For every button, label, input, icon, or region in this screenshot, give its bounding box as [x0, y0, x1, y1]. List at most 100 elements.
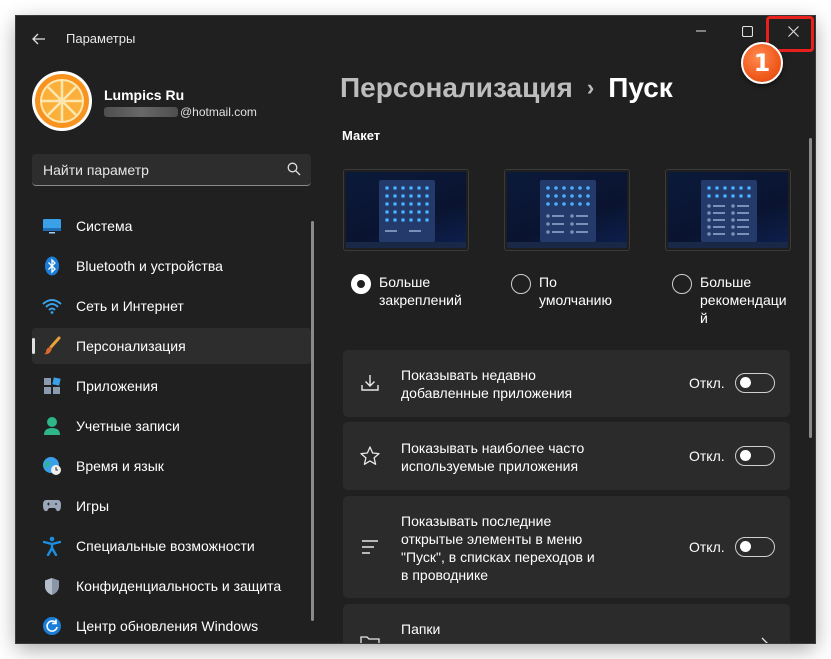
- radio-button-checked[interactable]: [351, 274, 371, 294]
- setting-recent-items[interactable]: Показывать последние открытые элементы в…: [343, 496, 790, 598]
- radio-label-line: умолчанию: [539, 292, 612, 308]
- toggle-knob: [740, 377, 751, 388]
- sidebar-item-accessibility[interactable]: Специальные возможности: [32, 528, 311, 564]
- preview-screen: [668, 172, 788, 248]
- sidebar-item-apps[interactable]: Приложения: [32, 368, 311, 404]
- preview-taskbar: [346, 242, 466, 248]
- sidebar-item-time-language[interactable]: Время и язык: [32, 448, 311, 484]
- sidebar-item-privacy[interactable]: Конфиденциальность и защита: [32, 568, 311, 604]
- setting-folders[interactable]: Папки: [343, 604, 790, 643]
- radio-default[interactable]: По умолчанию: [511, 273, 612, 309]
- pins-grid-icon: [385, 186, 429, 232]
- email-suffix: @hotmail.com: [180, 105, 257, 119]
- sidebar-item-label: Приложения: [76, 378, 158, 394]
- search-placeholder: Найти параметр: [43, 161, 149, 178]
- step-number-badge: 1: [741, 42, 783, 84]
- sidebar-item-label: Персонализация: [76, 338, 186, 354]
- chevron-right-icon: [761, 637, 768, 643]
- sidebar-item-windows-update[interactable]: Центр обновления Windows: [32, 608, 311, 643]
- radio-label-line: закреплений: [379, 292, 462, 308]
- pins-grid-icon: [546, 186, 590, 234]
- radio-label-line: рекомендаци: [700, 292, 787, 308]
- settings-window: Параметры 1 Lumpics Ru @hotmail.com Найт…: [16, 16, 815, 643]
- title-bar: Параметры 1: [16, 16, 815, 84]
- setting-text: Показывать последние открытые элементы в…: [401, 512, 595, 584]
- search-input[interactable]: Найти параметр: [32, 154, 311, 186]
- sidebar-item-system[interactable]: Система: [32, 208, 311, 244]
- account-icon: [42, 416, 62, 436]
- layout-preview-more-recommendations[interactable]: [665, 169, 791, 251]
- layout-preview-more-pins[interactable]: [343, 169, 469, 251]
- layout-preview-default[interactable]: [504, 169, 630, 251]
- page-title: Пуск: [608, 72, 673, 103]
- toggle-state-label: Откл.: [689, 448, 725, 464]
- sidebar-item-label: Учетные записи: [76, 418, 180, 434]
- start-menu-preview: [701, 180, 757, 242]
- back-arrow-icon: [32, 33, 45, 45]
- apps-icon: [42, 376, 62, 396]
- toggle-switch[interactable]: [735, 446, 775, 466]
- setting-text: Показывать недавно добавленные приложени…: [401, 366, 572, 402]
- preview-taskbar: [507, 242, 627, 248]
- setting-text-line: Показывать последние: [401, 513, 552, 529]
- avatar[interactable]: [32, 71, 92, 131]
- toggle-knob: [740, 541, 751, 552]
- user-name: Lumpics Ru: [104, 87, 185, 103]
- minimize-button[interactable]: [678, 16, 724, 46]
- radio-more-recommendations[interactable]: Больше рекомендаци й: [672, 273, 787, 327]
- setting-text-line: добавленные приложения: [401, 385, 573, 401]
- radio-button[interactable]: [672, 274, 692, 294]
- toggle-switch[interactable]: [735, 537, 775, 557]
- sidebar-item-personalization[interactable]: Персонализация: [32, 328, 311, 364]
- start-menu-preview: [540, 180, 596, 242]
- sidebar-item-bluetooth[interactable]: Bluetooth и устройства: [32, 248, 311, 284]
- radio-label-line: По: [539, 274, 557, 290]
- wifi-icon: [42, 296, 62, 316]
- setting-text-line: в проводнике: [401, 567, 489, 583]
- radio-label-line: Больше: [700, 274, 752, 290]
- maximize-icon: [741, 25, 753, 37]
- radio-more-pins[interactable]: Больше закреплений: [351, 273, 462, 309]
- breadcrumb-separator: ›: [586, 75, 595, 100]
- sidebar-item-network[interactable]: Сеть и Интернет: [32, 288, 311, 324]
- gamepad-icon: [42, 496, 62, 516]
- radio-label: По умолчанию: [539, 273, 612, 309]
- setting-text-line: Папки: [401, 621, 441, 637]
- sidebar-nav: Система Bluetooth и устройства Сеть и Ин…: [32, 208, 311, 643]
- sidebar-item-label: Сеть и Интернет: [76, 298, 184, 314]
- sidebar-item-label: Система: [76, 218, 133, 234]
- radio-label: Больше закреплений: [379, 273, 462, 309]
- app-title: Параметры: [66, 31, 136, 46]
- accessibility-icon: [42, 536, 62, 556]
- setting-text: Папки: [401, 620, 440, 638]
- setting-text-line: "Пуск", в списках переходов и: [401, 549, 595, 565]
- toggle-knob: [740, 450, 751, 461]
- list-icon: [359, 536, 381, 558]
- sidebar-item-label: Время и язык: [76, 458, 164, 474]
- sidebar-item-accounts[interactable]: Учетные записи: [32, 408, 311, 444]
- toggle-switch[interactable]: [735, 373, 775, 393]
- sidebar-scrollbar[interactable]: [311, 221, 314, 621]
- shield-icon: [42, 576, 62, 596]
- sidebar-item-label: Игры: [76, 498, 110, 514]
- sidebar-item-label: Центр обновления Windows: [76, 618, 259, 634]
- main-scrollbar[interactable]: [809, 138, 812, 438]
- radio-button[interactable]: [511, 274, 531, 294]
- search-icon: [287, 162, 301, 176]
- star-icon: [359, 445, 381, 467]
- setting-most-used[interactable]: Показывать наиболее часто используемые п…: [343, 422, 790, 490]
- layout-section-title: Макет: [342, 128, 381, 143]
- sidebar-item-label: Конфиденциальность и защита: [76, 578, 282, 594]
- back-button[interactable]: [28, 28, 50, 50]
- setting-recently-added[interactable]: Показывать недавно добавленные приложени…: [343, 350, 790, 417]
- sidebar-item-label: Bluetooth и устройства: [76, 258, 223, 274]
- breadcrumb-parent[interactable]: Персонализация: [340, 72, 573, 104]
- download-icon: [359, 372, 381, 394]
- update-icon: [42, 616, 62, 636]
- setting-text: Показывать наиболее часто используемые п…: [401, 439, 584, 475]
- sidebar-item-gaming[interactable]: Игры: [32, 488, 311, 524]
- preview-screen: [507, 172, 627, 248]
- toggle-state-label: Откл.: [689, 375, 725, 391]
- setting-text-line: открытые элементы в меню: [401, 531, 583, 547]
- toggle-state-label: Откл.: [689, 539, 725, 555]
